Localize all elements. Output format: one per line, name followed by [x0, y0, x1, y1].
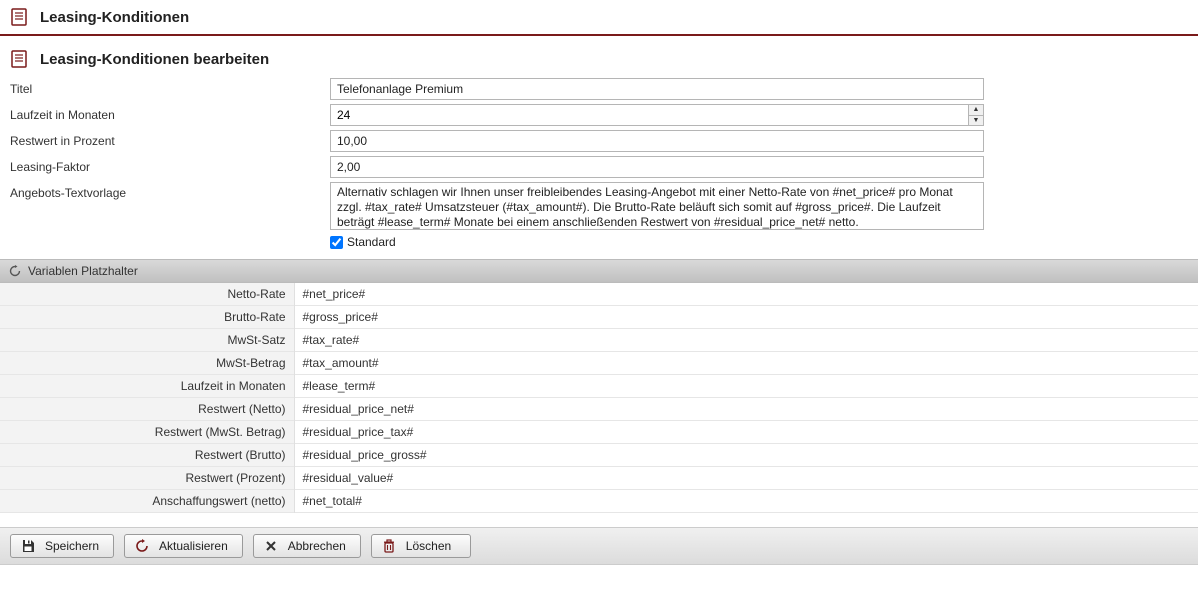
- cancel-button[interactable]: Abbrechen: [253, 534, 361, 558]
- refresh-button[interactable]: Aktualisieren: [124, 534, 243, 558]
- textvorlage-textarea[interactable]: [330, 182, 984, 230]
- cancel-label: Abbrechen: [288, 539, 346, 553]
- variable-value: #residual_price_net#: [294, 398, 1198, 421]
- document-icon: [10, 8, 28, 26]
- standard-label[interactable]: Standard: [347, 235, 396, 249]
- table-row: MwSt-Betrag#tax_amount#: [0, 352, 1198, 375]
- sub-title: Leasing-Konditionen bearbeiten: [40, 51, 269, 68]
- titel-input[interactable]: [330, 78, 984, 100]
- trash-icon: [382, 539, 396, 553]
- table-row: Restwert (Netto)#residual_price_net#: [0, 398, 1198, 421]
- variable-value: #net_price#: [294, 283, 1198, 306]
- restwert-label: Restwert in Prozent: [10, 134, 330, 148]
- variable-label: Restwert (MwSt. Betrag): [0, 421, 294, 444]
- form: Titel Laufzeit in Monaten ▲ ▼ Restwert i…: [0, 74, 1198, 249]
- variable-label: Anschaffungswert (netto): [0, 490, 294, 513]
- table-row: Anschaffungswert (netto)#net_total#: [0, 490, 1198, 513]
- table-row: Restwert (Prozent)#residual_value#: [0, 467, 1198, 490]
- variable-value: #tax_amount#: [294, 352, 1198, 375]
- table-row: Netto-Rate#net_price#: [0, 283, 1198, 306]
- variable-label: Brutto-Rate: [0, 306, 294, 329]
- refresh-icon: [135, 539, 149, 553]
- laufzeit-spinner[interactable]: ▲ ▼: [330, 104, 984, 126]
- sub-header: Leasing-Konditionen bearbeiten: [0, 36, 1198, 74]
- table-row: Restwert (Brutto)#residual_price_gross#: [0, 444, 1198, 467]
- laufzeit-label: Laufzeit in Monaten: [10, 108, 330, 122]
- table-row: Laufzeit in Monaten#lease_term#: [0, 375, 1198, 398]
- titel-label: Titel: [10, 82, 330, 96]
- variable-value: #tax_rate#: [294, 329, 1198, 352]
- variable-value: #net_total#: [294, 490, 1198, 513]
- restwert-input[interactable]: [330, 130, 984, 152]
- faktor-input[interactable]: [330, 156, 984, 178]
- section-title: Variablen Platzhalter: [28, 264, 138, 278]
- variable-value: #residual_value#: [294, 467, 1198, 490]
- variable-value: #residual_price_tax#: [294, 421, 1198, 444]
- variable-label: MwSt-Betrag: [0, 352, 294, 375]
- variable-label: Restwert (Prozent): [0, 467, 294, 490]
- page-title: Leasing-Konditionen: [40, 9, 189, 26]
- spinner-up-icon[interactable]: ▲: [969, 105, 983, 116]
- page-header: Leasing-Konditionen: [0, 0, 1198, 36]
- variable-label: Laufzeit in Monaten: [0, 375, 294, 398]
- delete-label: Löschen: [406, 539, 451, 553]
- table-row: MwSt-Satz#tax_rate#: [0, 329, 1198, 352]
- variable-value: #gross_price#: [294, 306, 1198, 329]
- refresh-label: Aktualisieren: [159, 539, 228, 553]
- refresh-icon: [8, 264, 22, 278]
- variable-value: #lease_term#: [294, 375, 1198, 398]
- textvorlage-label: Angebots-Textvorlage: [10, 182, 330, 200]
- section-variablen-platzhalter[interactable]: Variablen Platzhalter: [0, 259, 1198, 283]
- standard-checkbox[interactable]: [330, 236, 343, 249]
- save-button[interactable]: Speichern: [10, 534, 114, 558]
- variable-value: #residual_price_gross#: [294, 444, 1198, 467]
- document-icon: [10, 50, 28, 68]
- variable-label: Restwert (Brutto): [0, 444, 294, 467]
- faktor-label: Leasing-Faktor: [10, 160, 330, 174]
- button-bar: Speichern Aktualisieren Abbrechen: [0, 527, 1198, 565]
- table-row: Brutto-Rate#gross_price#: [0, 306, 1198, 329]
- cancel-icon: [264, 539, 278, 553]
- table-row: Restwert (MwSt. Betrag)#residual_price_t…: [0, 421, 1198, 444]
- variable-label: Netto-Rate: [0, 283, 294, 306]
- save-icon: [21, 539, 35, 553]
- variable-label: MwSt-Satz: [0, 329, 294, 352]
- delete-button[interactable]: Löschen: [371, 534, 471, 558]
- variable-label: Restwert (Netto): [0, 398, 294, 421]
- variables-table: Netto-Rate#net_price#Brutto-Rate#gross_p…: [0, 283, 1198, 513]
- save-label: Speichern: [45, 539, 99, 553]
- laufzeit-input[interactable]: [331, 105, 968, 125]
- spinner-down-icon[interactable]: ▼: [969, 116, 983, 126]
